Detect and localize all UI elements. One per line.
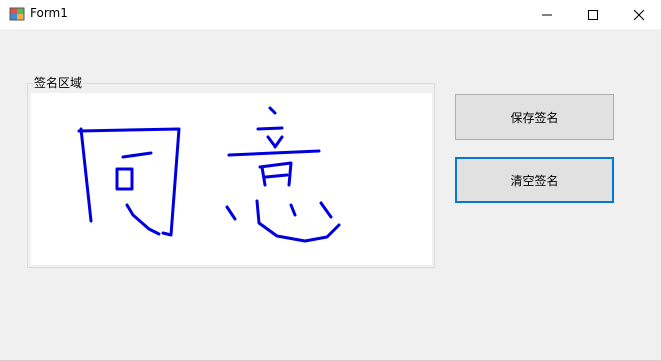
signature-canvas[interactable] [31,93,432,265]
minimize-button[interactable] [524,0,570,29]
clear-signature-button[interactable]: 清空签名 [455,157,614,203]
minimize-icon [542,14,552,15]
app-icon [9,6,25,22]
maximize-button[interactable] [570,0,616,29]
save-signature-button[interactable]: 保存签名 [455,94,614,140]
window-title: Form1 [30,6,68,20]
signature-ink [77,106,341,243]
close-button[interactable] [616,0,662,29]
title-bar[interactable]: Form1 [0,0,661,29]
maximize-icon [588,9,598,20]
form-window: Form1 签名区域 保存签名 清空签名 [0,0,662,361]
signature-group-label: 签名区域 [33,74,84,91]
close-icon [633,9,645,20]
